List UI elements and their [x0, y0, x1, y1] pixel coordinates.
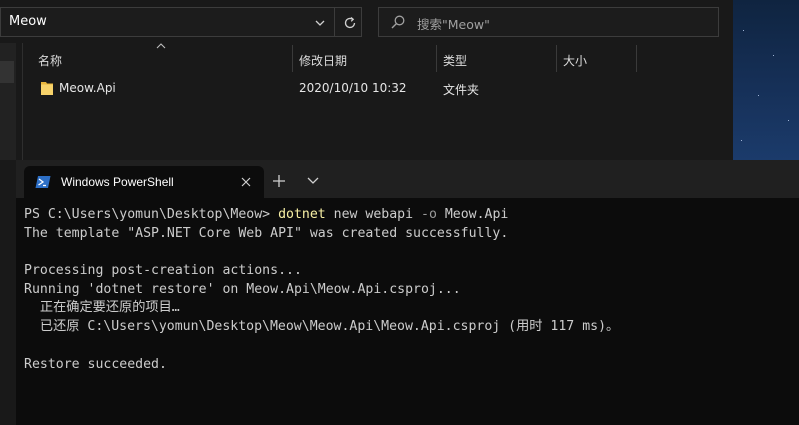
sort-up-icon: [156, 43, 166, 49]
output-line: Restore succeeded.: [24, 356, 167, 372]
column-separator[interactable]: [636, 45, 637, 72]
column-header-size[interactable]: 大小: [563, 52, 587, 69]
terminal-window: Windows PowerShell PS C:\Users\yomun\Des…: [16, 160, 799, 425]
pane-divider[interactable]: [22, 43, 23, 160]
output-line: Processing post-creation actions...: [24, 263, 302, 279]
plus-icon[interactable]: [272, 174, 286, 188]
tab-title: Windows PowerShell: [61, 175, 174, 189]
command-name: dotnet: [278, 207, 326, 222]
file-row[interactable]: Meow.Api 2020/10/10 10:32 文件夹: [30, 76, 730, 100]
tab-windows-powershell[interactable]: Windows PowerShell: [24, 166, 264, 198]
column-header-name[interactable]: 名称: [38, 52, 62, 69]
address-text: Meow: [9, 14, 47, 29]
output-line: 已还原 C:\Users\yomun\Desktop\Meow\Meow.Api…: [24, 319, 620, 335]
chevron-down-icon[interactable]: [306, 176, 320, 186]
refresh-icon[interactable]: [342, 15, 358, 31]
search-input[interactable]: 搜索"Meow": [378, 7, 719, 37]
folder-icon: [41, 82, 53, 95]
close-icon[interactable]: [240, 176, 252, 188]
output-line: Running 'dotnet restore' on Meow.Api\Meo…: [24, 281, 461, 297]
address-divider: [334, 8, 335, 36]
command-line: PS C:\Users\yomun\Desktop\Meow> dotnet n…: [24, 206, 794, 225]
output-line: 正在确定要还原的项目…: [24, 300, 180, 316]
command-param: -o: [421, 207, 437, 222]
column-separator[interactable]: [556, 45, 557, 72]
column-header-modified[interactable]: 修改日期: [299, 52, 347, 69]
nav-selected-item[interactable]: [0, 61, 14, 83]
column-header-type[interactable]: 类型: [443, 52, 467, 69]
search-icon: [391, 15, 405, 29]
chevron-down-icon[interactable]: [314, 17, 326, 29]
column-separator[interactable]: [292, 45, 293, 72]
tab-bar: Windows PowerShell: [16, 160, 799, 198]
output-line: The template "ASP.NET Core Web API" was …: [24, 225, 509, 241]
navigation-pane[interactable]: [0, 43, 16, 160]
command-tail: Meow.Api: [436, 207, 509, 222]
file-name: Meow.Api: [59, 81, 116, 95]
file-explorer-window: Meow 搜索"Meow" 名称 修改日期 类型 大小 Meow.Api 202…: [0, 0, 733, 160]
address-bar[interactable]: Meow: [0, 7, 362, 37]
command-args: new webapi: [325, 207, 421, 222]
console-output[interactable]: PS C:\Users\yomun\Desktop\Meow> dotnet n…: [24, 206, 794, 421]
prompt: PS C:\Users\yomun\Desktop\Meow>: [24, 207, 279, 222]
file-modified: 2020/10/10 10:32: [299, 81, 407, 95]
powershell-icon: [35, 176, 51, 188]
search-placeholder: 搜索"Meow": [417, 17, 490, 32]
column-separator[interactable]: [436, 45, 437, 72]
file-type: 文件夹: [443, 83, 480, 97]
desktop-background: [733, 0, 799, 160]
